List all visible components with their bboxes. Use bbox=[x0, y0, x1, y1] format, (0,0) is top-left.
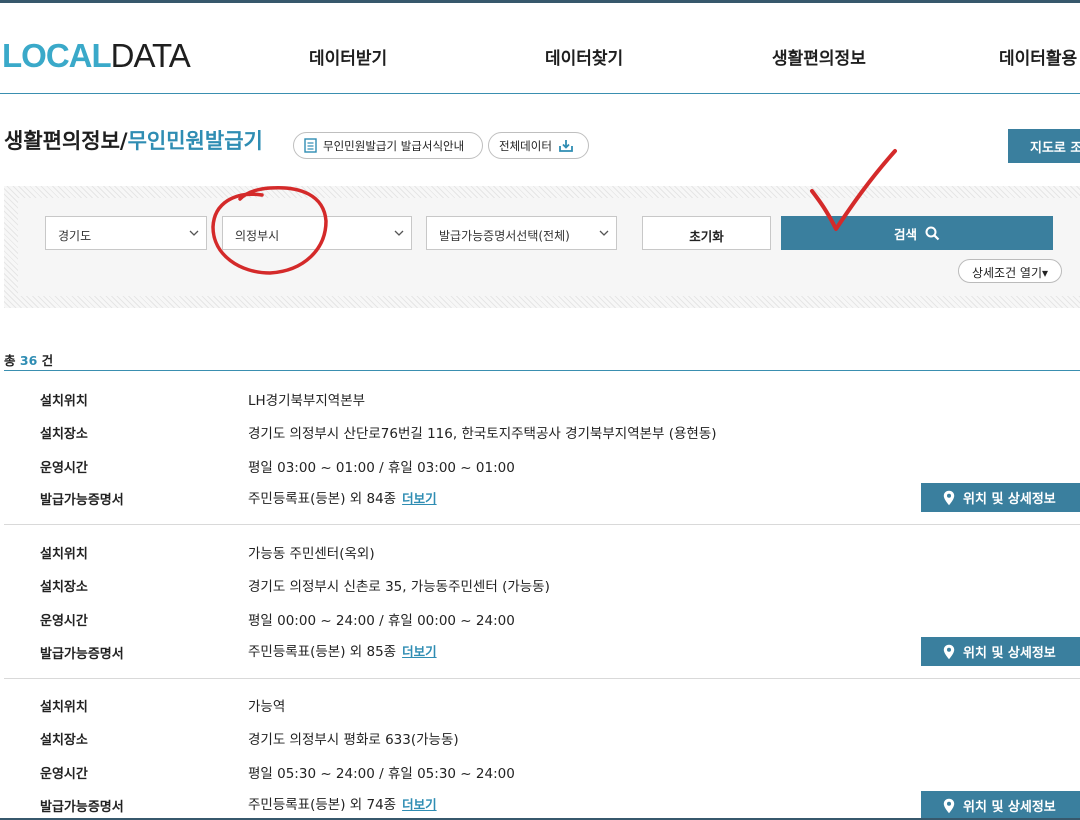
form-guide-button[interactable]: 무인민원발급기 발급서식안내 bbox=[293, 132, 483, 159]
result-place: 경기도 의정부시 평화로 633(가능동) bbox=[248, 732, 459, 748]
result-certs-text: 주민등록표(등본) 외 84종 bbox=[248, 491, 397, 507]
result-item: 설치위치 가능역 설치장소 경기도 의정부시 평화로 633(가능동) 운영시간… bbox=[4, 679, 1080, 818]
field-label-hours: 운영시간 bbox=[40, 614, 88, 629]
detail-conditions-button[interactable]: 상세조건 열기▾ bbox=[958, 259, 1062, 283]
form-guide-label: 무인민원발급기 발급서식안내 bbox=[323, 138, 465, 153]
result-item: 설치위치 가능동 주민센터(옥외) 설치장소 경기도 의정부시 신촌로 35, … bbox=[4, 525, 1080, 679]
field-label-location: 설치위치 bbox=[40, 394, 88, 409]
field-label-place: 설치장소 bbox=[40, 427, 88, 442]
page-frame: LOCALDATA 데이터받기 데이터찾기 생활편의정보 데이터활용 생활편의정… bbox=[0, 0, 1080, 820]
province-value: 경기도 bbox=[58, 229, 92, 243]
all-data-button[interactable]: 전체데이터 bbox=[488, 132, 589, 159]
result-place: 경기도 의정부시 신촌로 35, 가능동주민센터 (가능동) bbox=[248, 579, 550, 595]
field-label-certs: 발급가능증명서 bbox=[40, 800, 124, 815]
site-header: LOCALDATA 데이터받기 데이터찾기 생활편의정보 데이터활용 bbox=[0, 6, 1080, 94]
nav-data-find[interactable]: 데이터찾기 bbox=[545, 44, 623, 69]
certificate-value: 발급가능증명서선택(전체) bbox=[439, 229, 570, 243]
logo-local: LOCAL bbox=[2, 37, 112, 74]
result-certs: 주민등록표(등본) 외 84종 더보기 bbox=[248, 487, 437, 507]
document-icon bbox=[304, 138, 317, 153]
more-link[interactable]: 더보기 bbox=[402, 644, 437, 659]
map-view-button[interactable]: 지도로 조회 bbox=[1008, 129, 1080, 163]
certificate-select[interactable]: 발급가능증명서선택(전체) bbox=[426, 216, 617, 250]
field-label-hours: 운영시간 bbox=[40, 767, 88, 782]
result-location: 가능역 bbox=[248, 699, 286, 715]
chevron-down-icon bbox=[599, 230, 609, 236]
result-count-prefix: 총 bbox=[4, 353, 16, 368]
search-button[interactable]: 검색 bbox=[781, 216, 1053, 250]
more-link[interactable]: 더보기 bbox=[402, 797, 437, 812]
result-place: 경기도 의정부시 산단로76번길 116, 한국토지주택공사 경기북부지역본부 … bbox=[248, 426, 717, 442]
nav-living-info[interactable]: 생활편의정보 bbox=[772, 44, 866, 69]
result-hours: 평일 00:00 ~ 24:00 / 휴일 00:00 ~ 24:00 bbox=[248, 613, 515, 629]
search-label: 검색 bbox=[893, 226, 917, 242]
city-value: 의정부시 bbox=[235, 229, 280, 243]
map-pin-icon bbox=[943, 644, 955, 659]
result-location: 가능동 주민센터(옥외) bbox=[248, 546, 375, 562]
result-certs-text: 주민등록표(등본) 외 85종 bbox=[248, 644, 397, 660]
result-certs: 주민등록표(등본) 외 85종 더보기 bbox=[248, 640, 437, 660]
result-hours: 평일 03:00 ~ 01:00 / 휴일 03:00 ~ 01:00 bbox=[248, 460, 515, 476]
page-title: 생활편의정보/무인민원발급기 bbox=[4, 125, 263, 155]
logo-data: DATA bbox=[110, 37, 191, 74]
page-title-separator: / bbox=[119, 129, 128, 153]
page-title-sub: 무인민원발급기 bbox=[127, 129, 263, 153]
field-label-location: 설치위치 bbox=[40, 547, 88, 562]
nav-data-download[interactable]: 데이터받기 bbox=[309, 44, 387, 69]
site-logo[interactable]: LOCALDATA bbox=[2, 37, 191, 74]
location-detail-button[interactable]: 위치 및 상세정보 bbox=[921, 791, 1080, 818]
search-icon bbox=[925, 226, 940, 240]
chevron-down-icon bbox=[394, 230, 404, 236]
result-hours: 평일 05:30 ~ 24:00 / 휴일 05:30 ~ 24:00 bbox=[248, 766, 515, 782]
download-icon bbox=[559, 139, 573, 152]
page-title-main: 생활편의정보 bbox=[4, 129, 120, 153]
location-detail-label: 위치 및 상세정보 bbox=[963, 800, 1056, 815]
all-data-label: 전체데이터 bbox=[499, 138, 552, 153]
field-label-hours: 운영시간 bbox=[40, 461, 88, 476]
map-pin-icon bbox=[943, 490, 955, 505]
map-pin-icon bbox=[943, 798, 955, 813]
reset-button[interactable]: 초기화 bbox=[642, 216, 771, 250]
location-detail-button[interactable]: 위치 및 상세정보 bbox=[921, 637, 1080, 666]
province-select[interactable]: 경기도 bbox=[45, 216, 207, 250]
field-label-certs: 발급가능증명서 bbox=[40, 647, 124, 662]
field-label-place: 설치장소 bbox=[40, 580, 88, 595]
chevron-down-icon bbox=[189, 230, 199, 236]
result-certs: 주민등록표(등본) 외 74종 더보기 bbox=[248, 793, 437, 813]
result-certs-text: 주민등록표(등본) 외 74종 bbox=[248, 797, 397, 813]
city-select[interactable]: 의정부시 bbox=[222, 216, 412, 250]
field-label-certs: 발급가능증명서 bbox=[40, 493, 124, 508]
result-location: LH경기북부지역본부 bbox=[248, 393, 366, 409]
result-item: 설치위치 LH경기북부지역본부 설치장소 경기도 의정부시 산단로76번길 11… bbox=[4, 371, 1080, 525]
nav-data-usage[interactable]: 데이터활용 bbox=[999, 44, 1077, 69]
location-detail-label: 위치 및 상세정보 bbox=[963, 492, 1056, 507]
more-link[interactable]: 더보기 bbox=[402, 491, 437, 506]
field-label-location: 설치위치 bbox=[40, 700, 88, 715]
result-count-suffix: 건 bbox=[41, 353, 54, 368]
location-detail-button[interactable]: 위치 및 상세정보 bbox=[921, 483, 1080, 512]
result-count: 총 36 건 bbox=[4, 350, 53, 369]
result-count-number: 36 bbox=[19, 353, 38, 368]
location-detail-label: 위치 및 상세정보 bbox=[963, 646, 1056, 661]
field-label-place: 설치장소 bbox=[40, 733, 88, 748]
